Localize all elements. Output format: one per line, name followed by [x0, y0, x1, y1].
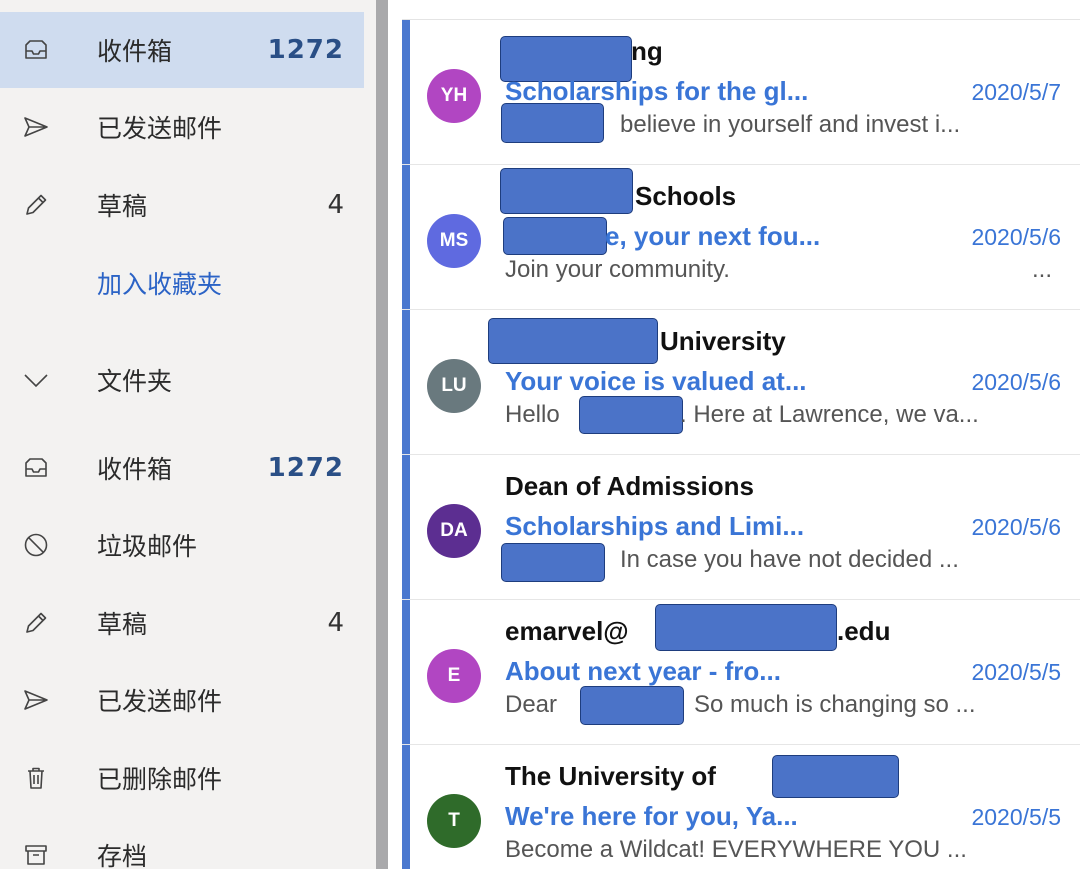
redaction-box	[501, 543, 605, 582]
folder-item-drafts[interactable]: 草稿 4	[0, 585, 364, 661]
draft-count: 4	[327, 608, 344, 638]
avatar: DA	[427, 504, 481, 558]
message-list: YH ng Scholarships for the gl... 2020/5/…	[388, 0, 1080, 869]
message-preview: Dear	[505, 691, 558, 718]
message-item[interactable]: LU University Your voice is valued at...…	[402, 310, 1080, 455]
message-sender: ng	[631, 36, 663, 66]
message-preview: believe in yourself and invest i...	[620, 111, 961, 138]
message-sender-domain: .edu	[837, 616, 891, 646]
message-subject: About next year - fro...	[505, 656, 781, 686]
pane-divider[interactable]	[376, 0, 388, 869]
message-date: 2020/5/5	[971, 659, 1061, 685]
unread-indicator	[402, 165, 410, 309]
message-item[interactable]: T The University of We're here for you, …	[402, 745, 1080, 869]
avatar: T	[427, 794, 481, 848]
nav-label: 加入收藏夹	[97, 270, 223, 299]
nav-label: 垃圾邮件	[97, 532, 198, 561]
folder-item-archive[interactable]: 存档	[0, 817, 364, 869]
nav-label: 草稿	[97, 610, 148, 639]
message-subject: Your voice is valued at...	[505, 366, 807, 396]
message-date: 2020/5/7	[971, 79, 1061, 105]
message-subject: We're here for you, Ya...	[505, 801, 798, 831]
nav-item-inbox[interactable]: 收件箱 1272	[0, 12, 364, 88]
nav-label: 已删除邮件	[97, 765, 223, 794]
redaction-box	[503, 217, 607, 255]
message-preview: Hello	[505, 401, 560, 428]
nav-label: 已发送邮件	[97, 114, 223, 143]
message-subject: Scholarships and Limi...	[505, 511, 805, 541]
pencil-icon	[22, 191, 50, 219]
nav-label: 草稿	[97, 192, 148, 221]
message-date: 2020/5/6	[971, 514, 1061, 540]
message-preview-rest: So much is changing so ...	[694, 691, 976, 718]
unread-indicator	[402, 310, 410, 454]
folder-item-deleted[interactable]: 已删除邮件	[0, 740, 364, 816]
redaction-box	[655, 604, 837, 651]
draft-count: 4	[327, 190, 344, 220]
message-sender: The University of	[505, 761, 716, 791]
redaction-box	[500, 168, 633, 214]
archive-icon	[22, 841, 50, 869]
folder-sidebar: 收件箱 1272 已发送邮件 草稿 4 加入收藏夹 文件夹 收件箱 1272 垃…	[0, 0, 376, 869]
folder-item-inbox[interactable]: 收件箱 1272	[0, 430, 364, 506]
unread-indicator	[402, 455, 410, 599]
unread-count: 1272	[267, 453, 344, 483]
redaction-box	[501, 103, 604, 143]
trash-icon	[22, 764, 50, 792]
message-preview-ellipsis: ...	[1032, 256, 1053, 283]
list-top-edge	[402, 0, 1080, 20]
message-preview-rest: . Here at Lawrence, we va...	[680, 401, 979, 428]
avatar: E	[427, 649, 481, 703]
message-item[interactable]: E emarvel@ .edu About next year - fro...…	[402, 600, 1080, 745]
message-subject: e, your next fou...	[605, 221, 821, 251]
unread-indicator	[402, 20, 410, 164]
avatar: MS	[427, 214, 481, 268]
message-date: 2020/5/6	[971, 369, 1061, 395]
folder-item-sent[interactable]: 已发送邮件	[0, 662, 364, 738]
unread-count: 1272	[267, 35, 344, 65]
message-sender: emarvel@	[505, 616, 629, 646]
message-preview: Join your community.	[505, 256, 730, 283]
message-sender: University	[660, 326, 786, 356]
chevron-down-icon	[22, 366, 50, 394]
redaction-box	[772, 755, 899, 798]
folder-item-junk[interactable]: 垃圾邮件	[0, 507, 364, 583]
nav-label: 已发送邮件	[97, 687, 223, 716]
message-item[interactable]: YH ng Scholarships for the gl... 2020/5/…	[402, 20, 1080, 165]
nav-label: 收件箱	[97, 455, 173, 484]
message-item[interactable]: DA Dean of Admissions Scholarships and L…	[402, 455, 1080, 600]
block-icon	[22, 531, 50, 559]
add-favorite-link[interactable]: 加入收藏夹	[0, 245, 364, 321]
unread-indicator	[402, 600, 410, 744]
nav-item-drafts[interactable]: 草稿 4	[0, 167, 364, 243]
message-sender: Dean of Admissions	[505, 471, 754, 501]
inbox-icon	[22, 454, 50, 482]
nav-label: 收件箱	[97, 37, 173, 66]
message-preview: In case you have not decided ...	[620, 546, 959, 573]
redaction-box	[488, 318, 658, 364]
avatar: YH	[427, 69, 481, 123]
redaction-box	[579, 396, 683, 434]
redaction-box	[580, 686, 684, 725]
avatar: LU	[427, 359, 481, 413]
message-sender: Schools	[635, 181, 737, 211]
message-date: 2020/5/6	[971, 224, 1061, 250]
inbox-icon	[22, 36, 50, 64]
send-icon	[22, 686, 50, 714]
nav-label: 存档	[97, 842, 148, 869]
message-item[interactable]: MS Schools e, your next fou... 2020/5/6 …	[402, 165, 1080, 310]
send-icon	[22, 113, 50, 141]
nav-label: 文件夹	[97, 367, 173, 396]
nav-item-sent[interactable]: 已发送邮件	[0, 89, 364, 165]
unread-indicator	[402, 745, 410, 869]
message-date: 2020/5/5	[971, 804, 1061, 830]
message-preview: Become a Wildcat! EVERYWHERE YOU ...	[505, 836, 967, 863]
pencil-icon	[22, 609, 50, 637]
folders-toggle[interactable]: 文件夹	[0, 342, 364, 418]
